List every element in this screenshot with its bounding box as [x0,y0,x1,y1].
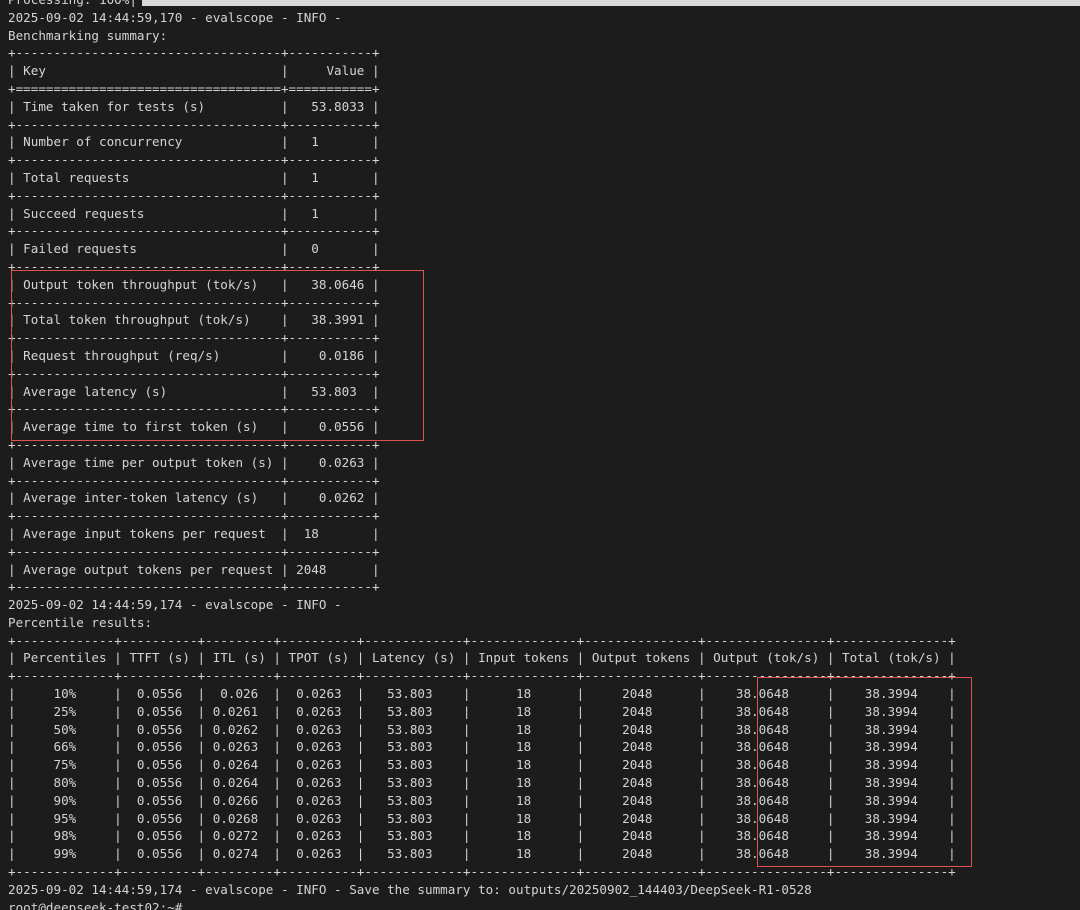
table-row: | Average time per output token (s) | 0.… [8,454,380,470]
table-row: | 10% | 0.0556 | 0.026 | 0.0263 | 53.803… [8,686,956,702]
progress-line: Processing: 100%| [8,0,1080,9]
table-border: +-----------------------------------+---… [8,258,380,274]
table-row: | Failed requests | 0 | [8,241,380,257]
table-row: | Succeed requests | 1 | [8,205,380,221]
terminal-window[interactable]: Processing: 100%| 2025-09-02 14:44:59,17… [0,0,1080,910]
table-border: +-------------+----------+---------+----… [8,668,956,684]
table-border: +-----------------------------------+---… [8,472,380,488]
log-line: 2025-09-02 14:44:59,174 - evalscope - IN… [8,881,812,897]
table-row: | 66% | 0.0556 | 0.0263 | 0.0263 | 53.80… [8,739,956,755]
table-row: | 80% | 0.0556 | 0.0264 | 0.0263 | 53.80… [8,775,956,791]
table-row: | Average latency (s) | 53.803 | [8,383,380,399]
table-border: +===================================+===… [8,80,380,96]
table-row: | Total requests | 1 | [8,169,380,185]
log-line: 2025-09-02 14:44:59,170 - evalscope - IN… [8,9,342,25]
table-border: +-----------------------------------+---… [8,223,380,239]
table-row: | Average input tokens per request | 18 … [8,525,380,541]
summary-heading: Benchmarking summary: [8,27,168,43]
table-border: +-----------------------------------+---… [8,436,380,452]
table-row: | Average output tokens per request | 20… [8,561,380,577]
table-row: | 50% | 0.0556 | 0.0262 | 0.0263 | 53.80… [8,721,956,737]
table-border: +-----------------------------------+---… [8,45,380,61]
table-row: | 95% | 0.0556 | 0.0268 | 0.0263 | 53.80… [8,810,956,826]
shell-prompt[interactable]: root@deepseek-test02:~# [8,899,1080,910]
table-row: | Number of concurrency | 1 | [8,134,380,150]
table-row: | Average inter-token latency (s) | 0.02… [8,490,380,506]
table-row: | 98% | 0.0556 | 0.0272 | 0.0263 | 53.80… [8,828,956,844]
table-row: | 25% | 0.0556 | 0.0261 | 0.0263 | 53.80… [8,703,956,719]
table-border: +-----------------------------------+---… [8,543,380,559]
table-header-row: | Key | Value | [8,63,380,79]
table-row: | Time taken for tests (s) | 53.8033 | [8,98,380,114]
table-border: +-------------+----------+---------+----… [8,864,956,880]
table-row: | Average time to first token (s) | 0.05… [8,419,380,435]
table-row: | 99% | 0.0556 | 0.0274 | 0.0263 | 53.80… [8,846,956,862]
terminal-output: Processing: 100%| 2025-09-02 14:44:59,17… [8,0,1080,910]
table-border: +-----------------------------------+---… [8,508,380,524]
table-border: +-----------------------------------+---… [8,116,380,132]
table-border: +-----------------------------------+---… [8,187,380,203]
table-row: | Output token throughput (tok/s) | 38.0… [8,276,380,292]
table-border: +-----------------------------------+---… [8,294,380,310]
table-row: | Request throughput (req/s) | 0.0186 | [8,347,380,363]
table-row: | 90% | 0.0556 | 0.0266 | 0.0263 | 53.80… [8,792,956,808]
table-header-row: | Percentiles | TTFT (s) | ITL (s) | TPO… [8,650,956,666]
table-row: | Total token throughput (tok/s) | 38.39… [8,312,380,328]
table-row: | 75% | 0.0556 | 0.0264 | 0.0263 | 53.80… [8,757,956,773]
table-border: +-----------------------------------+---… [8,401,380,417]
table-border: +-----------------------------------+---… [8,365,380,381]
table-border: +-----------------------------------+---… [8,579,380,595]
percentile-heading: Percentile results: [8,614,153,630]
table-border: +-------------+----------+---------+----… [8,632,956,648]
table-border: +-----------------------------------+---… [8,330,380,346]
log-line: 2025-09-02 14:44:59,174 - evalscope - IN… [8,597,342,613]
table-border: +-----------------------------------+---… [8,152,380,168]
